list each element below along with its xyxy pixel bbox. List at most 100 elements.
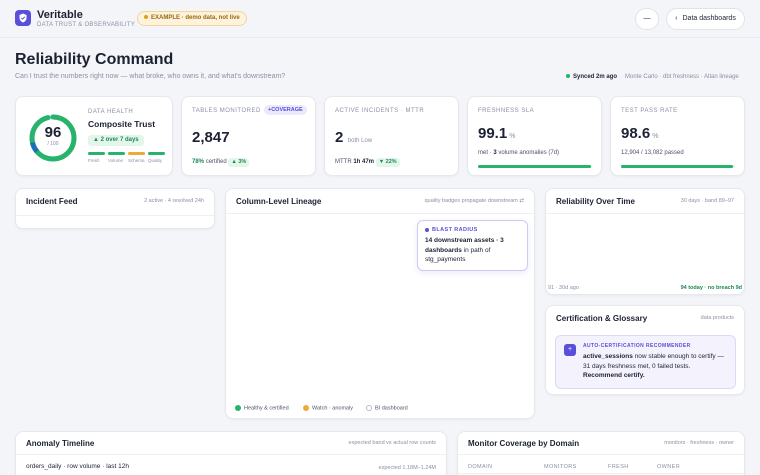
divider (226, 213, 534, 214)
health-score-sub: / 100 (47, 141, 59, 147)
blast-radius-text: 14 downstream assets · 3 dashboards in p… (425, 236, 520, 265)
health-title: Composite Trust (88, 119, 156, 129)
legend-watch: Watch · anomaly (303, 405, 353, 411)
data-dashboards-label: Data dashboards (682, 15, 736, 22)
app-tagline: DATA TRUST & OBSERVABILITY (37, 22, 136, 28)
health-delta: ▲ 2 over 7 days (88, 135, 144, 146)
reliability-start: 91 · 30d ago (548, 285, 579, 291)
recommender-panel[interactable]: + AUTO-CERTIFICATION RECOMMENDER active_… (555, 335, 736, 389)
health-label: DATA HEALTH (88, 109, 134, 115)
demo-banner: EXAMPLE · demo data, not live (137, 11, 247, 26)
freshness-progress (478, 165, 592, 168)
column-header-domain[interactable]: DOMAIN (468, 464, 492, 470)
tests-progress-fill (621, 165, 734, 168)
active-incidents-card[interactable]: ACTIVE INCIDENTS · MTTR 2 both Low MTTR … (324, 96, 459, 176)
anomaly-title: Anomaly Timeline (26, 439, 95, 448)
chevron-left-icon: ‹ (675, 15, 678, 22)
freshness-label: FRESHNESS SLA (478, 108, 535, 114)
reliability-title: Reliability Over Time (556, 197, 635, 206)
mttr-label: MTTR (335, 159, 352, 165)
legend-healthy-label: Healthy & certified (244, 405, 289, 412)
anomaly-meta: expected band vs actual row counts (348, 440, 436, 446)
divider (458, 473, 744, 474)
recommender-action[interactable]: Recommend certify. (583, 372, 645, 379)
warning-dot-icon (144, 15, 148, 20)
tables-monitored-card[interactable]: TABLES MONITORED +COVERAGE 2,847 78% cer… (181, 96, 316, 176)
tables-pct-text: certified (205, 159, 227, 165)
anomaly-timeline-card[interactable]: Anomaly Timeline expected band vs actual… (15, 431, 447, 475)
anomaly-expected: expected 1.18M–1.24M (378, 465, 436, 471)
sparkle-icon: + (564, 344, 576, 356)
legend-bi-label: BI dashboard (375, 405, 408, 412)
coverage-badge[interactable]: +COVERAGE (264, 105, 307, 115)
shield-logo-icon (15, 10, 31, 26)
incidents-value: 2 (335, 129, 344, 146)
legend-healthy: Healthy & certified (235, 405, 289, 411)
tests-progress (621, 165, 735, 168)
health-segment-label: Schema (128, 158, 145, 163)
demo-banner-text: EXAMPLE · demo data, not live (151, 15, 240, 21)
data-dashboards-button[interactable]: ‹ Data dashboards (666, 8, 745, 30)
blast-dot-icon (425, 227, 429, 232)
app-name: Veritable (37, 9, 83, 21)
health-segment-bar (128, 152, 145, 155)
coverage-title: Monitor Coverage by Domain (468, 439, 580, 448)
page-title: Reliability Command (15, 51, 174, 68)
freshness-value: 99.1 (478, 125, 508, 142)
menu-button[interactable]: — (635, 8, 659, 30)
mttr-value: 1h 47m (353, 159, 375, 165)
health-segment-quality: Quality (148, 152, 165, 163)
lineage-title: Column-Level Lineage (236, 197, 322, 206)
divider (546, 213, 744, 214)
menu-label: — (643, 15, 651, 22)
legend-watch-label: Watch · anomaly (312, 405, 354, 412)
column-lineage-card[interactable]: Column-Level Lineage quality badges prop… (225, 188, 535, 419)
legend-bi: BI dashboard (366, 405, 408, 411)
lineage-meta: quality badges propagate downstream ⇄ (424, 198, 524, 204)
coverage-meta: monitors · freshness · owner (664, 440, 734, 446)
freshness-value-row: 99.1% (478, 125, 515, 143)
freshness-unit: % (509, 133, 516, 140)
freshness-detail-pre: met · (478, 150, 492, 156)
mttr-delta: ▼ 22% (375, 158, 400, 167)
freshness-progress-fill (478, 165, 591, 168)
test-pass-rate-card[interactable]: TEST PASS RATE 98.6% 12,904 / 13,082 pas… (610, 96, 745, 176)
blast-radius-header: BLAST RADIUS (425, 227, 520, 233)
recommender-asset: active_sessions (583, 353, 633, 360)
incident-feed-card[interactable]: Incident Feed 2 active · 4 resolved 24h (15, 188, 215, 229)
healthy-dot-icon (235, 405, 241, 411)
tables-value: 2,847 (192, 129, 230, 146)
reliability-card[interactable]: Reliability Over Time 30 days · band 89–… (545, 188, 745, 295)
incident-feed-meta: 2 active · 4 resolved 24h (144, 198, 204, 204)
column-header-fresh[interactable]: FRESH (608, 464, 629, 470)
tests-value: 98.6 (621, 125, 651, 142)
data-sources: Monte Carlo · dbt freshness · Atlan line… (625, 74, 739, 80)
status-dot-icon (566, 74, 570, 79)
certification-title: Certification & Glossary (556, 314, 648, 323)
tables-pct: 78% (192, 159, 205, 165)
freshness-detail-post: volume anomalies (7d) (498, 150, 560, 156)
data-health-card[interactable]: 96 / 100 DATA HEALTH Composite Trust ▲ 2… (15, 96, 173, 176)
column-header-owner[interactable]: OWNER (657, 464, 680, 470)
health-segments: Fresh Volume Schema Quality (88, 152, 168, 166)
recommender-text: active_sessions now stable enough to cer… (583, 352, 731, 381)
health-score: 96 (44, 124, 62, 141)
page-subtitle: Can I trust the numbers right now — what… (15, 73, 286, 80)
blast-radius-callout[interactable]: BLAST RADIUS 14 downstream assets · 3 da… (417, 220, 528, 271)
divider (16, 454, 446, 455)
tables-certified: 78% certified ▲ 3% (192, 158, 250, 167)
anomaly-series: orders_daily · row volume · last 12h (26, 463, 129, 470)
divider (16, 215, 214, 216)
divider (458, 454, 744, 455)
health-segment-volume: Volume (108, 152, 125, 163)
certification-card[interactable]: Certification & Glossary data products +… (545, 305, 745, 395)
incidents-value-row: 2 both Low (335, 129, 372, 147)
tables-delta: ▲ 3% (228, 158, 250, 167)
incidents-label: ACTIVE INCIDENTS · MTTR (335, 108, 425, 114)
column-header-monitors[interactable]: MONITORS (544, 464, 577, 470)
health-segment-bar (108, 152, 125, 155)
health-segment-label: Fresh (88, 158, 100, 163)
freshness-sla-card[interactable]: FRESHNESS SLA 99.1% met · 3 volume anoma… (467, 96, 602, 176)
monitor-coverage-card[interactable]: Monitor Coverage by Domain monitors · fr… (457, 431, 745, 475)
health-segment-fresh: Fresh (88, 152, 105, 163)
